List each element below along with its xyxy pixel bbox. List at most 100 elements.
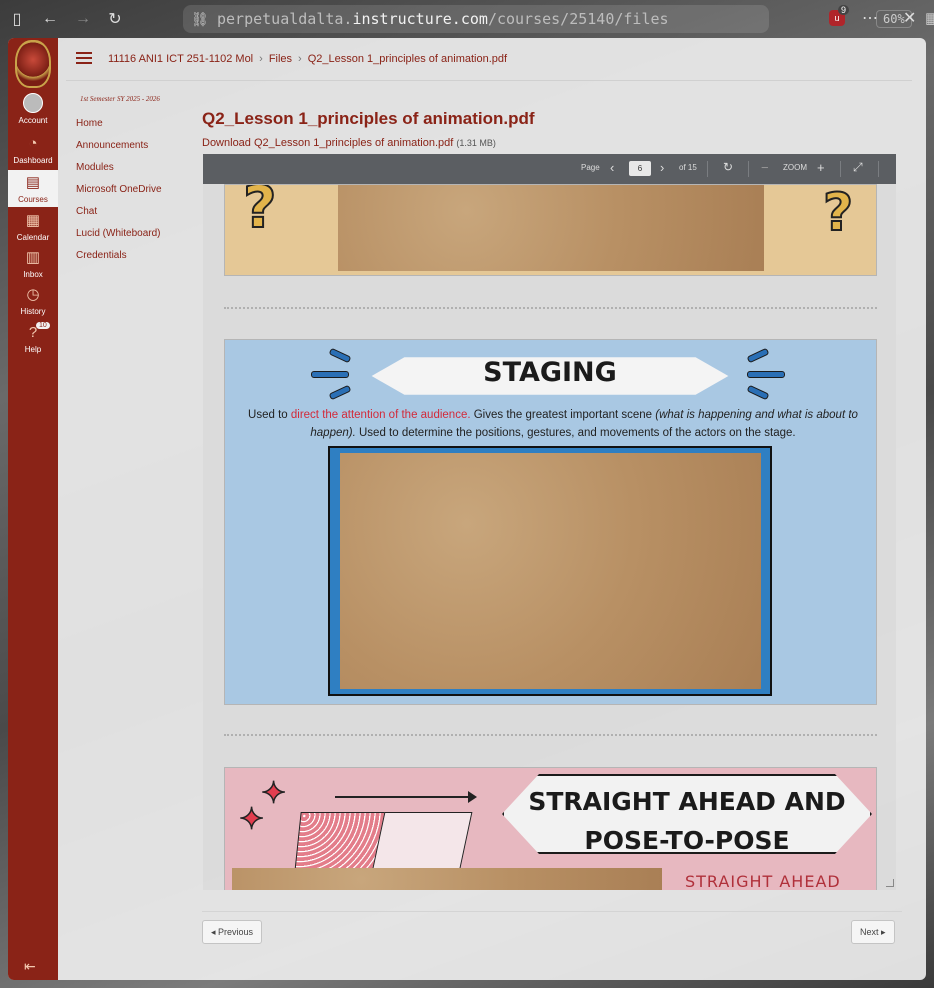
school-logo[interactable] xyxy=(15,40,51,88)
slide-staging: STAGING Used to direct the attention of … xyxy=(224,339,877,705)
course-nav-chat[interactable]: Chat xyxy=(76,206,162,228)
slide-image-placeholder xyxy=(340,453,761,689)
course-nav-announcements[interactable]: Announcements xyxy=(76,140,162,162)
browser-toolbar: ▯ ← → ↻ ⛓ perpetualdalta.instructure.com… xyxy=(0,0,934,38)
pdf-toolbar: Page ‹ 6 › of 15 ↻ − ZOOM + ⤢ xyxy=(203,154,896,184)
staging-desc-highlight: direct the attention of the audience. xyxy=(290,409,471,421)
sparkle-icon: ✦ xyxy=(260,776,287,811)
title-line-2: POSE-TO-POSE xyxy=(584,826,790,855)
close-icon[interactable]: ✕ xyxy=(903,8,916,28)
toolbar-divider xyxy=(840,161,841,177)
nav-account-label: Account xyxy=(18,116,48,125)
spark-icon xyxy=(746,384,770,401)
file-size: (1.31 MB) xyxy=(456,138,496,148)
straight-ahead-title: STRAIGHT AHEAD AND POSE-TO-POSE xyxy=(502,782,872,860)
page-separator xyxy=(224,734,877,736)
pdf-viewer[interactable]: ? ? STAGING Used to direct the attention… xyxy=(203,154,896,890)
collapse-nav-icon[interactable]: ⇤ xyxy=(24,958,36,975)
nav-calendar[interactable]: ▦ Calendar xyxy=(8,212,58,246)
resize-handle[interactable] xyxy=(886,879,894,887)
spark-icon xyxy=(747,371,785,378)
course-nav-home[interactable]: Home xyxy=(76,118,162,140)
zoom-label: ZOOM xyxy=(783,163,807,172)
nav-dashboard-label: Dashboard xyxy=(13,156,53,165)
extension-count-badge: 9 xyxy=(838,5,850,15)
prev-page-icon[interactable]: ‹ xyxy=(610,160,614,175)
nav-calendar-label: Calendar xyxy=(16,233,50,242)
nav-help[interactable]: ? 10 Help xyxy=(8,322,58,358)
next-page-icon[interactable]: › xyxy=(660,160,664,175)
nav-account[interactable]: Account xyxy=(8,93,58,129)
courses-icon: ▤ xyxy=(25,174,41,191)
term-label: 1st Semester SY 2025 - 2026 xyxy=(80,95,160,103)
reload-icon[interactable]: ↻ xyxy=(99,3,131,35)
nav-history[interactable]: ◷ History xyxy=(8,286,58,320)
title-line-1: STRAIGHT AHEAD AND xyxy=(528,787,846,816)
reader-view-icon[interactable]: ▦ xyxy=(925,9,934,27)
calendar-icon: ▦ xyxy=(25,212,41,229)
staging-desc-post: Used to determine the positions, gesture… xyxy=(355,427,796,439)
staging-description: Used to direct the attention of the audi… xyxy=(233,406,873,442)
dashboard-icon: ◔ xyxy=(28,135,38,152)
inbox-icon: ▥ xyxy=(25,249,41,266)
link-icon: ⛓ xyxy=(191,10,209,27)
more-menu-icon[interactable]: ⋯ xyxy=(862,8,878,28)
avatar xyxy=(23,93,43,113)
course-nav-modules[interactable]: Modules xyxy=(76,162,162,184)
previous-button[interactable]: ◂ Previous xyxy=(202,920,263,944)
nav-history-label: History xyxy=(20,307,46,316)
forward-icon[interactable]: → xyxy=(67,3,99,35)
header-divider xyxy=(66,80,912,81)
nav-courses-label: Courses xyxy=(18,195,48,204)
question-mark-icon: ? xyxy=(242,184,278,242)
sidebar-toggle-icon[interactable]: ▯ xyxy=(1,3,33,35)
global-navigation: Account ◔ Dashboard ▤ Courses ▦ Calendar… xyxy=(8,38,58,980)
toolbar-divider xyxy=(707,161,708,177)
nav-dashboard[interactable]: ◔ Dashboard xyxy=(8,135,58,169)
staging-frame xyxy=(328,446,772,696)
url-text: perpetualdalta.instructure.com/courses/2… xyxy=(217,10,669,28)
toolbar-divider xyxy=(748,161,749,177)
content-divider xyxy=(202,911,902,912)
course-menu-toggle-icon[interactable] xyxy=(76,52,92,64)
course-nav-onedrive[interactable]: Microsoft OneDrive xyxy=(76,184,162,206)
spark-icon xyxy=(328,347,352,364)
breadcrumb-separator-icon: › xyxy=(298,53,302,65)
zoom-out-icon[interactable]: − xyxy=(761,160,769,175)
zoom-in-icon[interactable]: + xyxy=(817,160,825,175)
address-bar[interactable]: ⛓ perpetualdalta.instructure.com/courses… xyxy=(183,5,934,33)
breadcrumb-file: Q2_Lesson 1_principles of animation.pdf xyxy=(307,53,508,65)
course-nav-credentials[interactable]: Credentials xyxy=(76,250,162,272)
download-link[interactable]: Download Q2_Lesson 1_principles of anima… xyxy=(202,137,453,149)
breadcrumb: 11116 ANI1 ICT 251-1102 Mol › Files › Q2… xyxy=(108,53,507,65)
spark-icon xyxy=(328,384,352,401)
rotate-icon[interactable]: ↻ xyxy=(723,160,733,174)
nav-help-label: Help xyxy=(24,345,42,354)
back-icon[interactable]: ← xyxy=(34,3,66,35)
staging-desc-mid: Gives the greatest important scene xyxy=(470,409,656,421)
toolbar-divider xyxy=(878,161,879,177)
course-nav-lucid[interactable]: Lucid (Whiteboard) xyxy=(76,228,162,250)
next-button[interactable]: Next ▸ xyxy=(851,920,895,944)
slide-image-placeholder xyxy=(338,185,764,271)
nav-inbox[interactable]: ▥ Inbox xyxy=(8,249,58,283)
staging-desc-pre: Used to xyxy=(248,409,291,421)
fullscreen-icon[interactable]: ⤢ xyxy=(853,160,863,175)
download-link-row: Download Q2_Lesson 1_principles of anima… xyxy=(202,137,496,149)
canvas-app-window: Account ◔ Dashboard ▤ Courses ▦ Calendar… xyxy=(8,38,926,980)
history-icon: ◷ xyxy=(26,286,40,303)
breadcrumb-course[interactable]: 11116 ANI1 ICT 251-1102 Mol xyxy=(108,53,253,65)
breadcrumb-files[interactable]: Files xyxy=(269,53,292,65)
page-separator xyxy=(224,307,877,309)
help-count-badge: 10 xyxy=(36,322,50,329)
straight-ahead-subtitle: STRAIGHT AHEAD xyxy=(685,872,841,890)
sparkle-icon: ✦ xyxy=(238,802,265,837)
page-number-input[interactable]: 6 xyxy=(629,161,651,176)
nav-inbox-label: Inbox xyxy=(23,270,43,279)
spark-icon xyxy=(311,371,349,378)
nav-courses[interactable]: ▤ Courses xyxy=(8,170,58,207)
page-total: of 15 xyxy=(679,163,697,172)
slide-image-placeholder xyxy=(232,868,662,890)
arrow-icon xyxy=(335,791,477,803)
staging-title: STAGING xyxy=(483,357,617,388)
